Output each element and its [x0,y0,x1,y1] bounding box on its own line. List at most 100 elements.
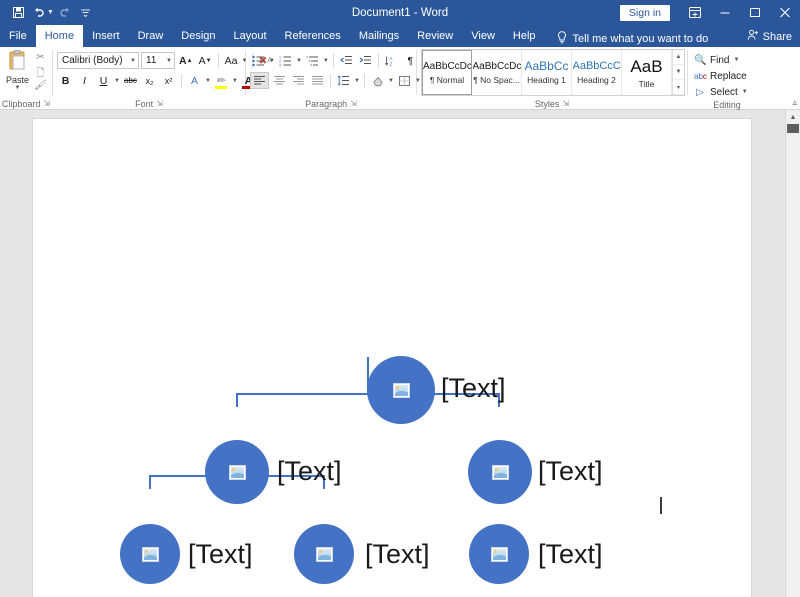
clipboard-dialog-launcher[interactable]: ⇲ [43,99,50,108]
style-normal[interactable]: AaBbCcDc ¶ Normal [422,50,472,95]
smartart-node-1-label[interactable]: [Text] [441,375,506,402]
document-page[interactable]: [Text] [Text] [Text] [Text] [Text] [Text… [33,119,751,597]
paragraph-dialog-launcher[interactable]: ⇲ [350,99,357,108]
style-title[interactable]: AaB Title [622,50,672,95]
font-dialog-launcher[interactable]: ⇲ [156,99,163,108]
paste-dropdown-icon[interactable]: ▼ [15,85,21,91]
strikethrough-button[interactable]: abc [122,72,139,89]
shrink-font-button[interactable]: A ▼ [197,52,214,69]
tab-insert[interactable]: Insert [83,25,129,47]
font-size-combo[interactable]: 11 ▼ [141,52,175,69]
chevron-down-icon[interactable]: ▼ [742,89,748,95]
superscript-button[interactable]: x² [160,72,177,89]
italic-button[interactable]: I [76,72,93,89]
scroll-down-icon[interactable]: ▼ [673,65,684,80]
smartart-node-6-label[interactable]: [Text] [538,541,603,568]
paste-button[interactable]: Paste ▼ [2,50,33,91]
tab-mailings[interactable]: Mailings [350,25,408,47]
close-button[interactable] [770,0,800,25]
picture-placeholder-icon[interactable] [491,464,509,480]
borders-icon[interactable] [396,72,413,89]
chevron-down-icon[interactable]: ▼ [114,78,120,84]
tab-review[interactable]: Review [408,25,462,47]
more-styles-icon[interactable]: ▾ [673,80,684,95]
smartart-node-1-circle[interactable] [367,356,435,424]
select-button[interactable]: ▷ Select ▼ [694,85,748,99]
subscript-button[interactable]: x₂ [141,72,158,89]
chevron-down-icon[interactable]: ▼ [388,78,394,84]
bold-button[interactable]: B [57,72,74,89]
tab-view[interactable]: View [462,25,504,47]
style-heading-1[interactable]: AaBbCc Heading 1 [522,50,572,95]
smartart-node-3-label[interactable]: [Text] [538,458,603,485]
numbering-icon[interactable]: 123 [277,52,294,69]
smartart-node-5-label[interactable]: [Text] [365,541,430,568]
share-button[interactable]: Share [747,29,792,44]
bullets-icon[interactable] [250,52,267,69]
undo-icon[interactable] [29,2,49,23]
smartart-node-4-label[interactable]: [Text] [188,541,253,568]
shading-icon[interactable] [369,72,386,89]
scrollbar-thumb[interactable] [787,124,799,133]
align-left-icon[interactable] [250,72,269,89]
text-highlight-button[interactable]: ✏ [213,72,230,89]
maximize-button[interactable] [740,0,770,25]
minimize-button[interactable] [710,0,740,25]
smartart-node-2-label[interactable]: [Text] [277,458,342,485]
tab-layout[interactable]: Layout [225,25,276,47]
chevron-down-icon[interactable]: ▼ [323,58,329,64]
chevron-down-icon[interactable]: ▼ [232,78,238,84]
line-spacing-icon[interactable] [335,72,352,89]
grow-font-button[interactable]: A ▲ [177,52,195,69]
chevron-up-icon[interactable]: ▵ [792,97,797,108]
find-button[interactable]: 🔍 Find ▼ [694,53,748,67]
chevron-down-icon[interactable]: ▼ [205,78,211,84]
smartart-node-4-circle[interactable] [120,524,180,584]
multilevel-list-icon[interactable] [304,52,321,69]
font-name-combo[interactable]: Calibri (Body) ▼ [57,52,139,69]
increase-indent-icon[interactable] [357,52,374,69]
style-heading-2[interactable]: AaBbCcC Heading 2 [572,50,622,95]
undo-dropdown-icon[interactable]: ▼ [47,9,54,16]
smartart-node-3-circle[interactable] [468,440,532,504]
picture-placeholder-icon[interactable] [228,464,246,480]
copy-icon[interactable]: 🗋 [33,66,48,79]
justify-icon[interactable] [309,72,326,89]
scroll-up-icon[interactable]: ▲ [673,50,684,65]
picture-placeholder-icon[interactable] [141,546,159,562]
align-right-icon[interactable] [290,72,307,89]
tell-me-box[interactable]: Tell me what you want to do [545,31,708,47]
ribbon-display-options-icon[interactable] [680,0,710,25]
smartart-node-5-circle[interactable] [294,524,354,584]
style-no-spacing[interactable]: AaBbCcDc ¶ No Spac... [472,50,522,95]
underline-button[interactable]: U [95,72,112,89]
picture-placeholder-icon[interactable] [315,546,333,562]
chevron-down-icon[interactable]: ▼ [269,58,275,64]
styles-dialog-launcher[interactable]: ⇲ [562,99,569,108]
vertical-scrollbar[interactable]: ▲ [785,110,800,597]
smartart-organization-chart[interactable]: [Text] [Text] [Text] [Text] [Text] [Text… [33,119,751,597]
decrease-indent-icon[interactable] [338,52,355,69]
save-icon[interactable] [8,2,28,23]
format-painter-icon[interactable]: 🖌 [33,80,48,93]
document-area[interactable]: [Text] [Text] [Text] [Text] [Text] [Text… [0,110,800,597]
picture-placeholder-icon[interactable] [490,546,508,562]
text-effects-button[interactable]: A [186,72,203,89]
chevron-down-icon[interactable]: ▼ [296,58,302,64]
tab-home[interactable]: Home [35,25,84,47]
tab-file[interactable]: File [0,25,36,47]
smartart-node-2-circle[interactable] [205,440,269,504]
change-case-button[interactable]: Aa [223,52,240,69]
sort-icon[interactable]: AZ [383,52,400,69]
customize-quick-access-icon[interactable] [76,2,96,23]
replace-button[interactable]: abc Replace [694,69,748,83]
chevron-down-icon[interactable]: ▼ [354,78,360,84]
scissors-icon[interactable]: ✂ [33,52,48,65]
smartart-node-6-circle[interactable] [469,524,529,584]
sign-in-button[interactable]: Sign in [619,4,670,21]
tab-help[interactable]: Help [504,25,545,47]
scroll-up-icon[interactable]: ▲ [786,110,800,124]
tab-references[interactable]: References [276,25,350,47]
redo-icon[interactable] [55,2,75,23]
picture-placeholder-icon[interactable] [392,382,410,398]
